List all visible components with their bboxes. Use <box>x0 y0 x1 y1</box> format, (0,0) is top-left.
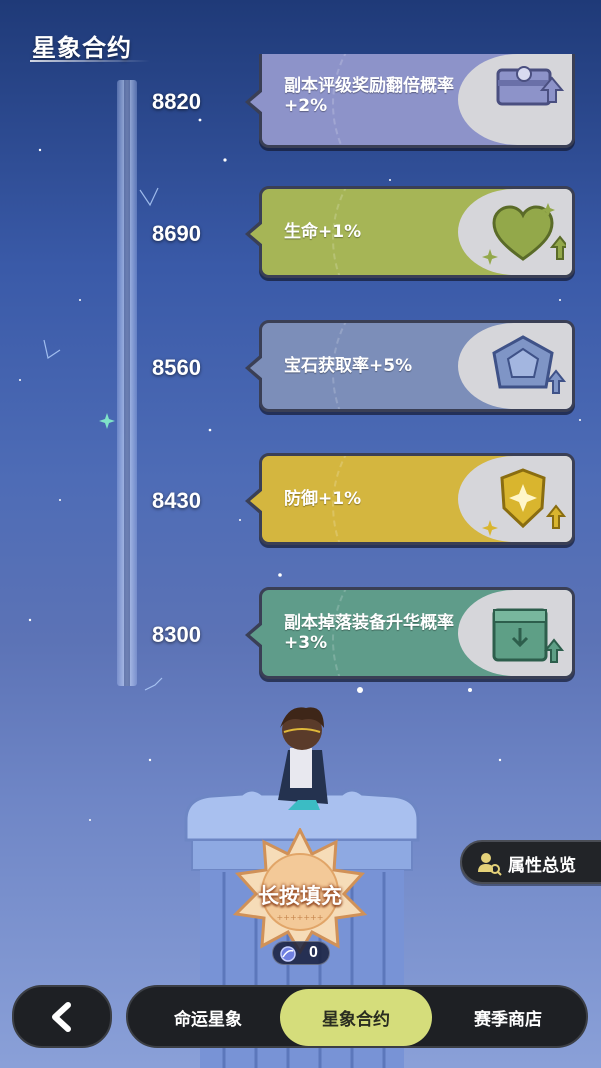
star-energy-counter: 0 <box>272 941 330 965</box>
chevron-left-icon <box>52 1002 71 1032</box>
tab-season-shop[interactable]: 赛季商店 <box>432 989 584 1046</box>
treasure-chest-icon <box>496 66 565 106</box>
contract-tier: 8820 副本评级奖励翻倍概率+2% <box>0 54 601 150</box>
attribute-overview-button[interactable]: 属性总览 <box>460 840 601 884</box>
tier-threshold: 8300 <box>152 622 201 647</box>
counter-value: 0 <box>309 944 318 961</box>
shield-icon <box>482 468 566 536</box>
contract-tier: 8560 宝石获取率+5% <box>0 320 601 416</box>
tier-bonus-text: 生命+1% <box>284 222 362 242</box>
tier-bonus-text: 防御+1% <box>284 489 362 509</box>
star-orb-icon <box>280 946 296 962</box>
tier-reward-card[interactable]: 防御+1% <box>259 453 575 545</box>
contract-tier: 8430 防御+1% <box>0 453 601 549</box>
gem-icon <box>492 335 566 394</box>
heart-icon <box>482 203 566 265</box>
contract-tier: 8300 副本掉落装备升华概率+3% <box>0 587 601 683</box>
fill-button-label: 长按填充 <box>258 884 342 908</box>
tier-bonus-text: 副本评级奖励翻倍概率+2% <box>284 76 454 116</box>
bottom-tab-bar: 命运星象 星象合约 赛季商店 <box>126 985 588 1048</box>
tier-reward-card[interactable]: 副本掉落装备升华概率+3% <box>259 587 575 679</box>
character-sprite <box>278 707 328 810</box>
tier-threshold: 8430 <box>152 488 201 513</box>
svg-text:+++++++: +++++++ <box>277 913 324 922</box>
tier-threshold: 8560 <box>152 355 201 380</box>
contract-tier: 8690 生命+1% <box>0 186 601 282</box>
tier-reward-card[interactable]: 宝石获取率+5% <box>259 320 575 412</box>
box-icon <box>492 608 565 663</box>
tab-fate-constellation[interactable]: 命运星象 <box>132 989 284 1046</box>
overview-button-label: 属性总览 <box>508 856 576 876</box>
back-button[interactable] <box>12 985 112 1048</box>
user-search-icon <box>478 853 502 876</box>
tier-threshold: 8820 <box>152 89 201 114</box>
tier-threshold: 8690 <box>152 221 201 246</box>
tier-bonus-text: 宝石获取率+5% <box>284 356 413 376</box>
long-press-fill-button[interactable]: +++++++ 长按填充 <box>228 826 372 955</box>
tier-reward-card[interactable]: 副本评级奖励翻倍概率+2% <box>259 54 575 148</box>
tier-reward-card[interactable]: 生命+1% <box>259 186 575 278</box>
tier-bonus-text: 副本掉落装备升华概率+3% <box>284 613 454 653</box>
tab-star-contract[interactable]: 星象合约 <box>280 989 432 1046</box>
